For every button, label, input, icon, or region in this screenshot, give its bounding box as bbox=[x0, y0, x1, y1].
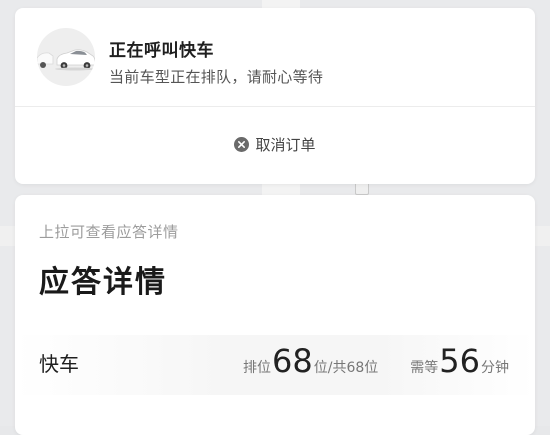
queue-total: 68 bbox=[346, 360, 365, 376]
queue-stats: 排位 68 位/共 68 位 需等 56 分钟 bbox=[243, 342, 509, 380]
cancel-order-label: 取消订单 bbox=[255, 136, 316, 154]
wait-suffix: 分钟 bbox=[481, 360, 509, 376]
queue-position: 68 bbox=[272, 342, 313, 380]
car-icon bbox=[37, 28, 95, 86]
cancel-order-button[interactable]: 取消订单 bbox=[15, 134, 535, 155]
close-circle-icon bbox=[234, 137, 250, 152]
pull-up-hint: 上拉可查看应答详情 bbox=[39, 223, 179, 241]
queue-prefix: 排位 bbox=[243, 360, 272, 376]
wait-minutes: 56 bbox=[439, 342, 480, 380]
calling-status-title: 正在呼叫快车 bbox=[109, 41, 214, 61]
car-type-label: 快车 bbox=[39, 352, 79, 376]
details-title: 应答详情 bbox=[39, 265, 167, 300]
queue-suffix: 位 bbox=[364, 360, 379, 376]
queue-status-message: 当前车型正在排队，请耐心等待 bbox=[109, 68, 324, 86]
response-details-card[interactable]: 上拉可查看应答详情 应答详情 快车 排位 68 位/共 68 位 需等 56 分… bbox=[15, 195, 535, 435]
wait-prefix: 需等 bbox=[410, 360, 439, 376]
divider bbox=[15, 106, 535, 107]
queue-middle: 位/共 bbox=[313, 360, 347, 376]
calling-status-card: 正在呼叫快车 当前车型正在排队，请耐心等待 取消订单 bbox=[15, 8, 535, 184]
